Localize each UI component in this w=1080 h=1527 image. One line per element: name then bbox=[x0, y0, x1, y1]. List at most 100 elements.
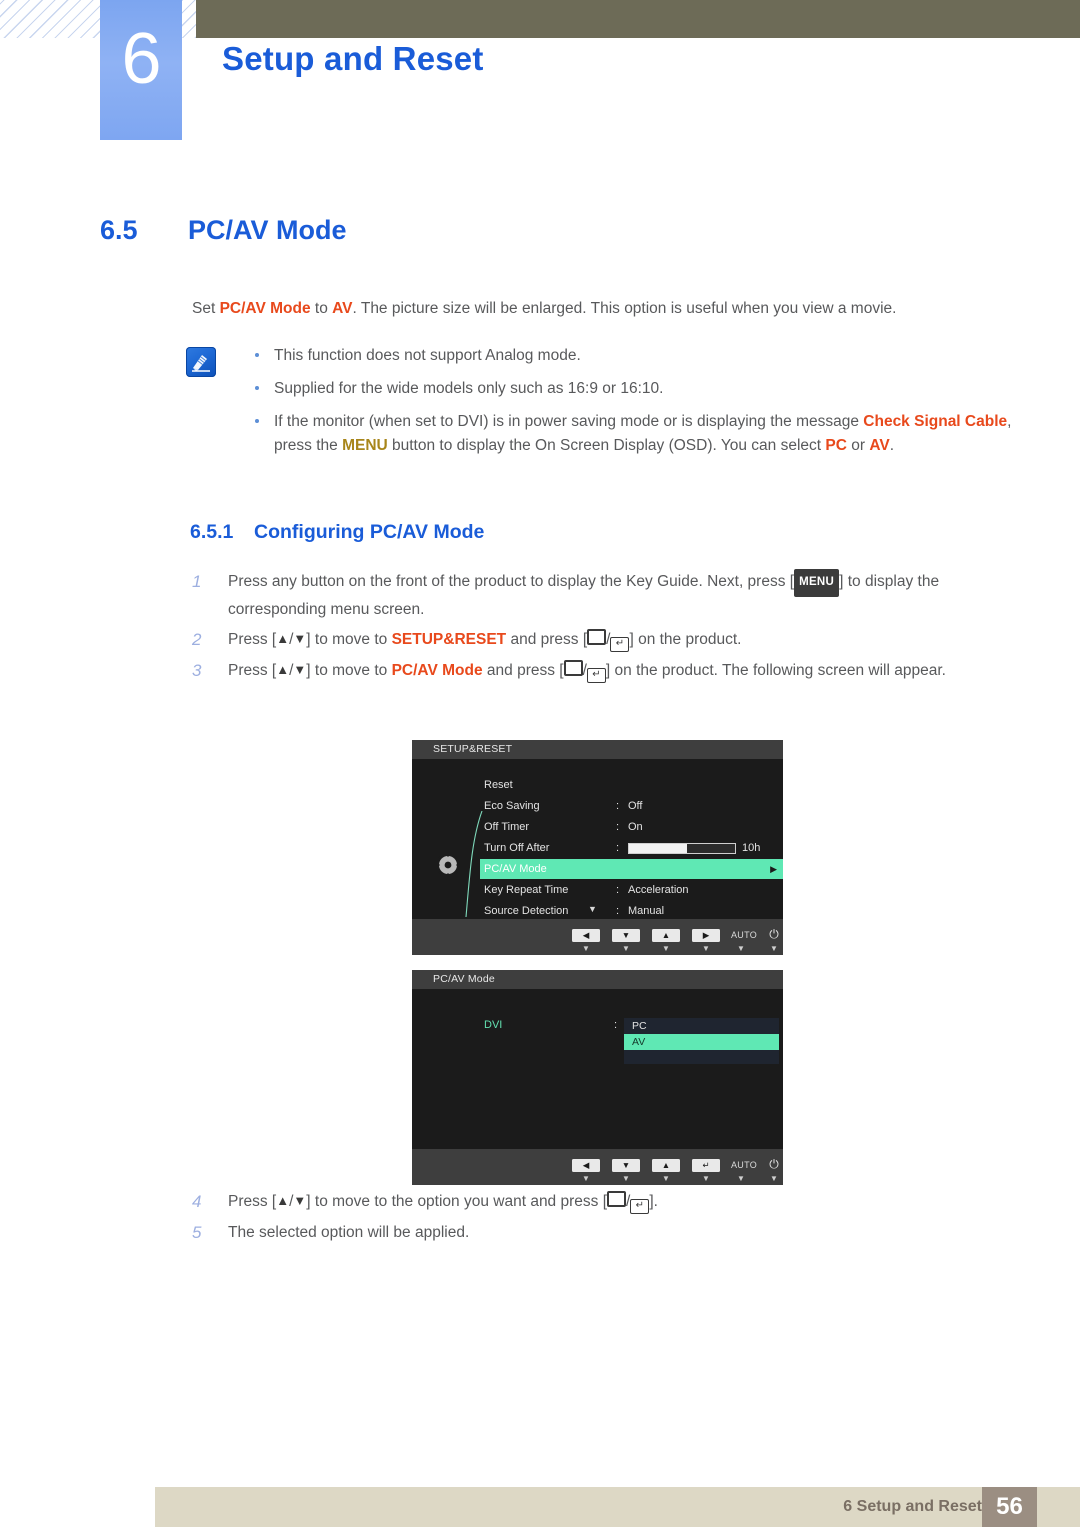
list-item: 1 Press any button on the front of the p… bbox=[190, 569, 1012, 622]
osd-title: PC/AV Mode bbox=[412, 970, 783, 989]
note-emphasis-check-signal-cable: Check Signal Cable bbox=[863, 413, 1008, 430]
step-text-2: ] to move to bbox=[306, 631, 392, 648]
enter-icon: ↵ bbox=[692, 1159, 720, 1172]
osd-row-value: Manual bbox=[628, 905, 665, 917]
lead-text-3: . The picture size will be enlarged. Thi… bbox=[352, 300, 897, 317]
osd-screenshot-setup-reset: SETUP&RESET Reset Eco Saving: Off Off T… bbox=[412, 740, 783, 955]
enter-key-icon: ↵ bbox=[610, 637, 630, 652]
note-bullet-text-4: or bbox=[846, 437, 870, 454]
osd-row-key-repeat-time[interactable]: Key Repeat Time : Acceleration bbox=[480, 880, 783, 900]
osd-option-av[interactable]: AV bbox=[624, 1034, 779, 1050]
gear-icon bbox=[436, 853, 460, 877]
step-number: 1 bbox=[192, 572, 202, 591]
left-arrow-button[interactable]: ◀ ▼ bbox=[572, 1155, 600, 1183]
left-arrow-button[interactable]: ◀ ▼ bbox=[572, 925, 600, 953]
up-arrow-icon: ▲ bbox=[652, 929, 680, 942]
osd-row-value: Off bbox=[628, 800, 643, 812]
auto-button[interactable]: AUTO ▼ bbox=[727, 1155, 757, 1183]
note-bullet-text: This function does not support Analog mo… bbox=[274, 347, 581, 364]
lead-emphasis-pcav: PC/AV Mode bbox=[219, 300, 311, 317]
down-arrow-icon: ▼ bbox=[293, 1193, 307, 1208]
key-indicator-caret-icon: ▼ bbox=[770, 944, 778, 953]
osd-key-guide-bar: ◀ ▼ ▼ ▼ ▲ ▼ ↵ ▼ AUTO ▼ ⏻ ▼ bbox=[412, 1149, 783, 1185]
step-text-2: ] to move to bbox=[306, 661, 392, 679]
down-arrow-button[interactable]: ▼ ▼ bbox=[612, 1155, 640, 1183]
note-bullet-text-3: button to display the On Screen Display … bbox=[387, 437, 826, 454]
footer-chapter-label: 6 Setup and Reset bbox=[843, 1498, 982, 1515]
osd-screenshot-pcav-mode: PC/AV Mode DVI : PC AV ◀ ▼ ▼ ▼ ▲ ▼ ↵ ▼ A… bbox=[412, 970, 783, 1185]
power-button[interactable]: ⏻ ▼ bbox=[760, 1155, 788, 1183]
power-button[interactable]: ⏻ ▼ bbox=[760, 925, 788, 953]
note-bullet-list: This function does not support Analog mo… bbox=[242, 344, 1016, 467]
key-indicator-caret-icon: ▼ bbox=[702, 944, 710, 953]
up-arrow-button[interactable]: ▲ ▼ bbox=[652, 1155, 680, 1183]
return-box-icon bbox=[587, 629, 607, 645]
note-bullet-text: Supplied for the wide models only such a… bbox=[274, 380, 664, 397]
key-indicator-caret-icon: ▼ bbox=[662, 1174, 670, 1183]
up-arrow-icon: ▲ bbox=[652, 1159, 680, 1172]
key-indicator-caret-icon: ▼ bbox=[737, 1174, 745, 1183]
down-arrow-button[interactable]: ▼ ▼ bbox=[612, 925, 640, 953]
osd-row-off-timer[interactable]: Off Timer : On bbox=[480, 817, 783, 837]
osd-row-value: On bbox=[628, 821, 643, 833]
osd-title: SETUP&RESET bbox=[412, 740, 783, 759]
list-item: 2 Press [▲/▼] to move to SETUP&RESET and… bbox=[190, 628, 1012, 653]
up-arrow-icon: ▲ bbox=[276, 631, 290, 646]
osd-row-eco-saving[interactable]: Eco Saving : Off bbox=[480, 796, 783, 816]
right-arrow-button[interactable]: ▶ ▼ bbox=[692, 925, 720, 953]
step-text-1: Press any button on the front of the pro… bbox=[228, 573, 795, 590]
chevron-right-icon: ▶ bbox=[770, 864, 777, 874]
procedure-steps-top: 1 Press any button on the front of the p… bbox=[190, 569, 1012, 689]
osd-colon: : bbox=[614, 1019, 618, 1031]
down-arrow-icon: ▼ bbox=[293, 661, 307, 677]
lead-text-2: to bbox=[310, 300, 333, 317]
auto-label: AUTO bbox=[730, 930, 758, 940]
osd-row-turn-off-after[interactable]: Turn Off After : 10h bbox=[480, 838, 783, 858]
osd-option-pc[interactable]: PC bbox=[624, 1018, 779, 1034]
list-item: If the monitor (when set to DVI) is in p… bbox=[242, 410, 1016, 458]
step-emphasis-pcav-mode: PC/AV Mode bbox=[391, 661, 483, 679]
lead-emphasis-av: AV bbox=[332, 300, 353, 317]
osd-row-colon: : bbox=[616, 800, 620, 812]
left-arrow-icon: ◀ bbox=[572, 1159, 600, 1172]
section-number: 6.5 bbox=[100, 215, 138, 245]
note-emphasis-pc: PC bbox=[825, 437, 847, 454]
up-arrow-icon: ▲ bbox=[276, 661, 290, 677]
header-olive-bar bbox=[196, 0, 1080, 38]
key-indicator-caret-icon: ▼ bbox=[622, 944, 630, 953]
list-item: 5 The selected option will be applied. bbox=[190, 1221, 1012, 1246]
step-number: 4 bbox=[192, 1192, 202, 1211]
auto-button[interactable]: AUTO ▼ bbox=[727, 925, 757, 953]
osd-row-colon: : bbox=[616, 905, 620, 917]
osd-row-pcav-mode[interactable]: PC/AV Mode ▶ bbox=[480, 859, 783, 879]
osd-row-reset[interactable]: Reset bbox=[480, 775, 783, 795]
osd-option-panel-shade bbox=[624, 1050, 779, 1064]
auto-label: AUTO bbox=[730, 1160, 758, 1170]
step-text-2: ] to move to the option you want and pre… bbox=[306, 1193, 608, 1210]
osd-row-label: Eco Saving bbox=[484, 800, 540, 812]
enter-button[interactable]: ↵ ▼ bbox=[692, 1155, 720, 1183]
chapter-header: 6 Setup and Reset bbox=[0, 0, 1080, 160]
osd-row-value: 10h bbox=[742, 842, 761, 854]
chapter-number: 6 bbox=[121, 19, 161, 99]
step-text-1: Press [ bbox=[228, 1193, 277, 1210]
key-indicator-caret-icon: ▼ bbox=[582, 944, 590, 953]
osd-row-source-detection[interactable]: Source Detection : Manual bbox=[480, 901, 783, 921]
chapter-title: Setup and Reset bbox=[222, 40, 484, 77]
down-arrow-icon: ▼ bbox=[612, 1159, 640, 1172]
turn-off-after-slider[interactable] bbox=[628, 843, 736, 854]
osd-row-colon: : bbox=[616, 842, 620, 854]
step-text-4: ] on the product. The following screen w… bbox=[605, 661, 946, 679]
power-icon: ⏻ bbox=[769, 927, 779, 941]
step-emphasis-setup-reset: SETUP&RESET bbox=[391, 631, 507, 648]
list-item: 4 Press [▲/▼] to move to the option you … bbox=[190, 1190, 1012, 1215]
scroll-down-caret-icon[interactable]: ▼ bbox=[588, 904, 597, 914]
return-box-icon bbox=[607, 1191, 627, 1207]
osd-row-label: Key Repeat Time bbox=[484, 884, 569, 896]
osd-key-guide-bar: ◀ ▼ ▼ ▼ ▲ ▼ ▶ ▼ AUTO ▼ ⏻ ▼ bbox=[412, 919, 783, 955]
chapter-number-badge: 6 bbox=[100, 0, 182, 140]
enter-key-icon: ↵ bbox=[586, 667, 606, 683]
power-icon: ⏻ bbox=[769, 1157, 779, 1171]
step-text-1: The selected option will be applied. bbox=[228, 1223, 470, 1241]
up-arrow-button[interactable]: ▲ ▼ bbox=[652, 925, 680, 953]
